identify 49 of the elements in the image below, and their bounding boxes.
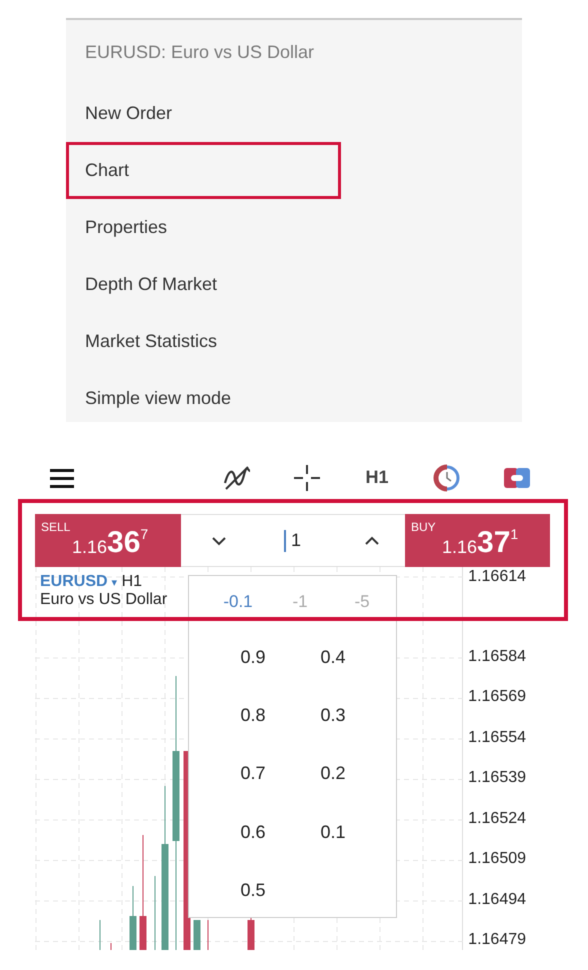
side-label: SELL	[41, 520, 70, 534]
wave-icon[interactable]	[222, 464, 252, 490]
symbol-description: Euro vs US Dollar	[40, 591, 168, 609]
volume-field[interactable]: 1	[287, 529, 307, 552]
volume-option[interactable]: 0.6	[213, 822, 293, 843]
chevron-up-icon[interactable]	[364, 536, 380, 546]
price-label: 1.16584	[467, 646, 528, 666]
volume-option[interactable]: 0.8	[213, 705, 293, 726]
menu-item[interactable]: Depth Of Market	[66, 256, 522, 313]
crosshair-icon[interactable]	[293, 464, 321, 492]
price-label: 1.16569	[467, 687, 528, 707]
volume-option[interactable]: 0.1	[293, 822, 373, 843]
candle	[194, 920, 200, 950]
volume-option[interactable]: 0.3	[293, 705, 373, 726]
menu-title: EURUSD: Euro vs US Dollar	[84, 41, 316, 64]
side-label: BUY	[411, 520, 436, 534]
candle	[130, 886, 136, 950]
price-prefix: 1.16	[442, 537, 478, 558]
menu-item[interactable]: Simple view mode	[66, 370, 522, 422]
price-superscript: 7	[140, 526, 148, 542]
menu-item[interactable]: New Order	[66, 85, 522, 142]
price-prefix: 1.16	[72, 537, 108, 558]
clock-icon[interactable]	[433, 464, 461, 492]
step-button[interactable]: -0.1	[207, 592, 269, 612]
price-label: 1.16554	[467, 728, 528, 748]
price-label: 1.16524	[467, 808, 528, 828]
menu-icon[interactable]	[48, 466, 76, 488]
menu-item[interactable]: Chart	[66, 142, 341, 199]
price-label: 1.16614	[467, 567, 528, 587]
timeframe-label: H1	[122, 573, 142, 591]
toggle-icon[interactable]	[503, 466, 531, 490]
price-superscript: 1	[510, 526, 518, 542]
volume-option[interactable]: 0.5	[213, 880, 293, 902]
chevron-down-icon[interactable]	[211, 536, 227, 546]
price-main: 36	[107, 526, 140, 560]
timeframe-button[interactable]: H1	[365, 467, 388, 488]
price-label: 1.16479	[467, 930, 528, 950]
volume-option[interactable]: 0.2	[293, 763, 373, 784]
volume-option[interactable]: 0.4	[293, 646, 373, 668]
price-label: 1.16539	[467, 768, 528, 788]
volume-option[interactable]: 0.7	[213, 763, 293, 784]
price-label: 1.16494	[467, 890, 528, 910]
price-main: 37	[477, 526, 510, 560]
menu-item[interactable]: Market Statistics	[66, 313, 522, 370]
symbol-label[interactable]: EURUSD	[40, 573, 108, 591]
volume-option[interactable]: 0.9	[213, 646, 293, 668]
menu-item[interactable]: Properties	[66, 199, 522, 256]
symbol-caret[interactable]: ▾	[112, 576, 118, 588]
price-label: 1.16509	[467, 849, 528, 869]
